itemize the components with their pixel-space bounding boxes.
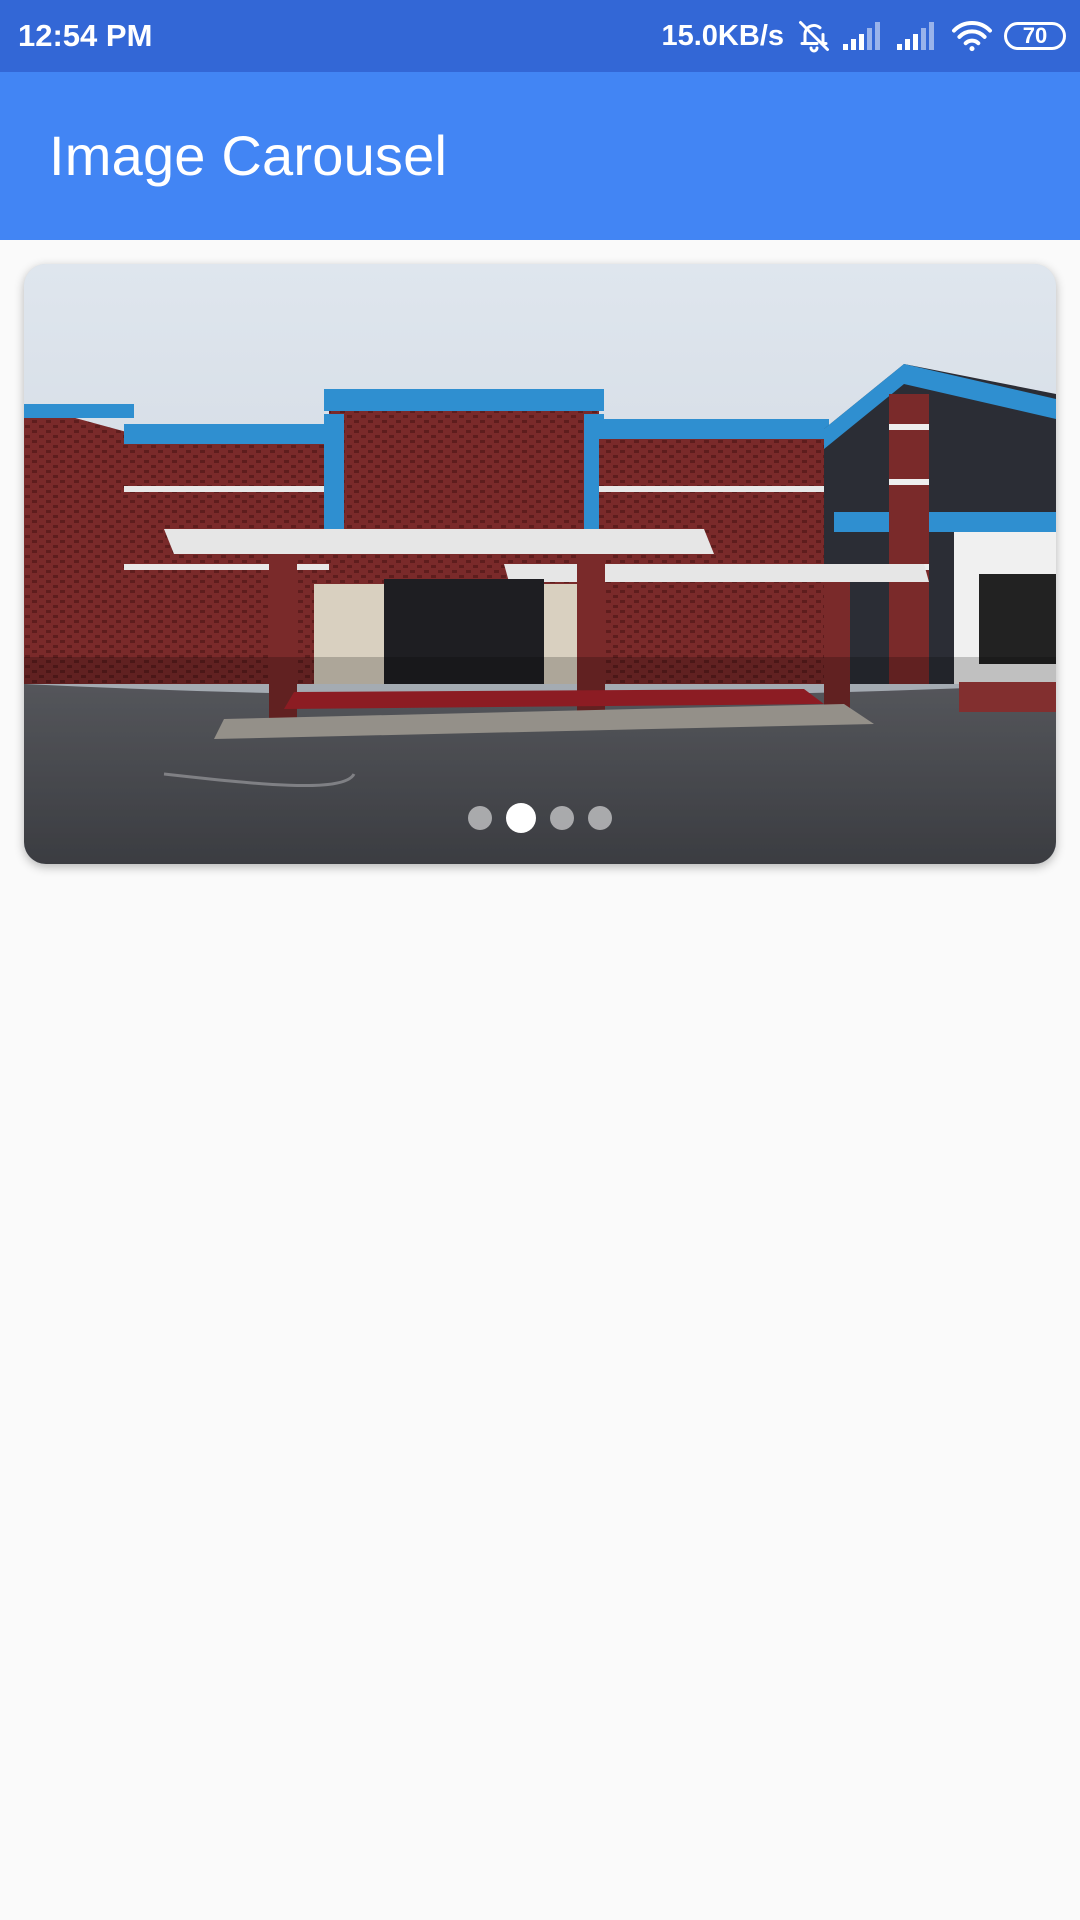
- status-time: 12:54 PM: [18, 18, 153, 53]
- signal-icon: [842, 20, 886, 52]
- carousel-indicator-dot[interactable]: [550, 806, 574, 830]
- status-bar: 12:54 PM 15.0KB/s 70: [0, 0, 1080, 72]
- network-speed: 15.0KB/s: [661, 19, 784, 52]
- image-carousel[interactable]: [24, 264, 1056, 864]
- battery-level: 70: [1022, 23, 1048, 48]
- page-title: Image Carousel: [49, 124, 448, 187]
- bell-off-icon: [796, 18, 832, 54]
- signal-icon: [896, 20, 940, 52]
- carousel-indicators: [24, 798, 1056, 838]
- app-bar: Image Carousel: [0, 72, 1080, 240]
- carousel-indicator-dot[interactable]: [506, 803, 536, 833]
- battery-icon: 70: [1004, 22, 1066, 50]
- wifi-icon: [950, 18, 994, 54]
- carousel-indicator-dot[interactable]: [588, 806, 612, 830]
- status-icons: 15.0KB/s 70: [661, 0, 1066, 72]
- carousel-indicator-dot[interactable]: [468, 806, 492, 830]
